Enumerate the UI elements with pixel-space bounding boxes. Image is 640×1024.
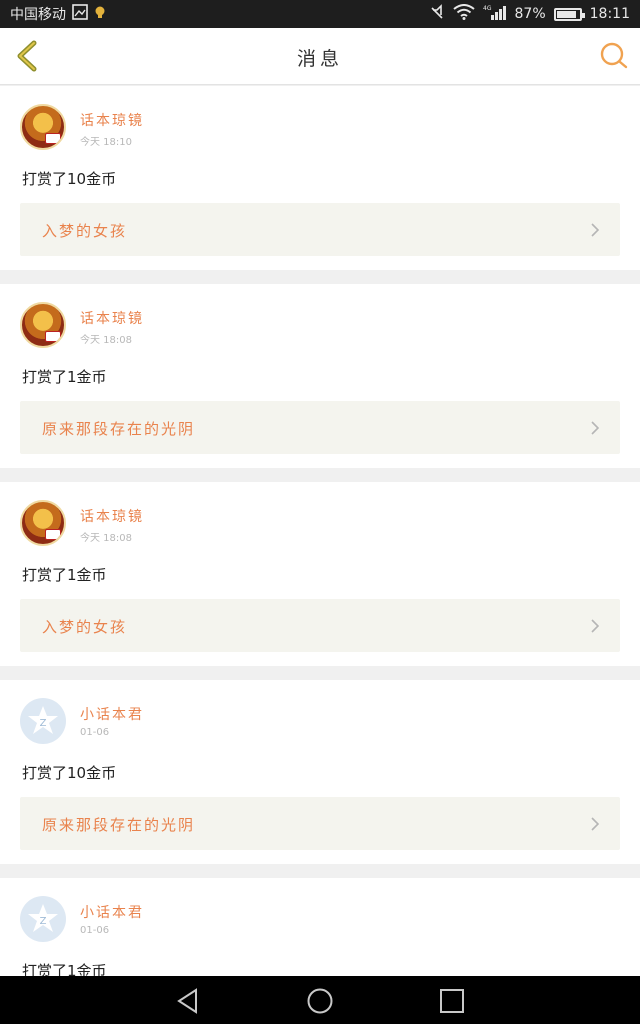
network-type-label: 4G bbox=[483, 5, 492, 12]
default-avatar-star-icon: Z bbox=[28, 706, 58, 734]
battery-fill bbox=[556, 10, 576, 18]
svg-text:Z: Z bbox=[40, 718, 47, 729]
wifi-icon bbox=[452, 4, 475, 24]
message-action: 打赏了10金币 bbox=[22, 170, 117, 188]
mute-icon bbox=[429, 4, 445, 24]
chevron-right-icon bbox=[590, 222, 600, 238]
message-time: 今天 18:08 bbox=[80, 533, 132, 544]
nav-recent-button[interactable] bbox=[438, 987, 466, 1015]
user-name[interactable]: 话本琼镜 bbox=[80, 308, 144, 328]
page-title: 消息 bbox=[296, 48, 343, 70]
search-icon bbox=[600, 42, 628, 69]
square-recent-icon bbox=[440, 989, 464, 1013]
avatar[interactable]: Z bbox=[20, 698, 66, 744]
carrier-label: 中国移动 bbox=[10, 7, 66, 23]
story-link[interactable]: 原来那段存在的光阴 bbox=[20, 797, 620, 850]
default-avatar-star-icon: Z bbox=[28, 904, 58, 932]
nav-back-button[interactable] bbox=[174, 987, 202, 1015]
message-action: 打赏了10金币 bbox=[22, 764, 117, 782]
message-card[interactable]: Z 小话本君 01-06 打赏了1金币 bbox=[0, 878, 640, 976]
signal-icon: 4G bbox=[483, 4, 507, 24]
chevron-right-icon bbox=[590, 618, 600, 634]
notification-bulb-icon bbox=[94, 5, 106, 23]
message-time: 今天 18:08 bbox=[80, 335, 132, 346]
avatar-badge bbox=[45, 133, 61, 144]
search-button[interactable] bbox=[598, 40, 630, 72]
message-card[interactable]: 话本琼镜今天 18:08 打赏了1金币原来那段存在的光阴 bbox=[0, 284, 640, 468]
user-name[interactable]: 小话本君 bbox=[80, 902, 144, 922]
message-action: 打赏了1金币 bbox=[22, 368, 107, 386]
user-name[interactable]: 话本琼镜 bbox=[80, 110, 144, 130]
chevron-right-icon bbox=[590, 816, 600, 832]
status-bar: 中国移动 4G 87% 18:11 bbox=[0, 0, 640, 28]
story-title: 入梦的女孩 bbox=[42, 222, 128, 240]
chevron-right-icon bbox=[590, 420, 600, 436]
image-icon bbox=[72, 4, 88, 24]
message-card[interactable]: Z 小话本君 01-06 打赏了10金币原来那段存在的光阴 bbox=[0, 680, 640, 864]
message-time: 今天 18:10 bbox=[80, 137, 132, 148]
message-card[interactable]: 话本琼镜今天 18:10 打赏了10金币入梦的女孩 bbox=[0, 86, 640, 270]
story-title: 入梦的女孩 bbox=[42, 618, 128, 636]
app-bar: 消息 bbox=[0, 28, 640, 85]
story-link[interactable]: 入梦的女孩 bbox=[20, 203, 620, 256]
user-name[interactable]: 小话本君 bbox=[80, 704, 144, 724]
story-title: 原来那段存在的光阴 bbox=[42, 420, 196, 438]
svg-text:Z: Z bbox=[40, 916, 47, 927]
clock: 18:11 bbox=[589, 6, 630, 22]
message-action: 打赏了1金币 bbox=[22, 962, 107, 976]
user-name[interactable]: 话本琼镜 bbox=[80, 506, 144, 526]
message-time: 01-06 bbox=[80, 727, 110, 738]
message-list[interactable]: 话本琼镜 今天 18:10 打赏了10金币 入梦的女孩 话本琼镜 今天 18:08 打赏了1… bbox=[0, 86, 640, 976]
avatar[interactable] bbox=[20, 104, 66, 150]
message-time: 01-06 bbox=[80, 925, 110, 936]
message-card[interactable]: 话本琼镜今天 18:08 打赏了1金币入梦的女孩 bbox=[0, 482, 640, 666]
message-action: 打赏了1金币 bbox=[22, 566, 107, 584]
avatar[interactable]: Z bbox=[20, 896, 66, 942]
story-title: 原来那段存在的光阴 bbox=[42, 816, 196, 834]
circle-home-icon bbox=[307, 988, 333, 1014]
avatar[interactable] bbox=[20, 500, 66, 546]
navigation-bar bbox=[0, 976, 640, 1024]
battery-percent: 87% bbox=[514, 6, 546, 22]
avatar[interactable] bbox=[20, 302, 66, 348]
triangle-back-icon bbox=[177, 988, 197, 1014]
story-link[interactable]: 原来那段存在的光阴 bbox=[20, 401, 620, 454]
avatar-badge bbox=[45, 331, 61, 342]
battery-icon bbox=[553, 7, 585, 21]
story-link[interactable]: 入梦的女孩 bbox=[20, 599, 620, 652]
avatar-badge bbox=[45, 529, 61, 540]
nav-home-button[interactable] bbox=[306, 987, 334, 1015]
